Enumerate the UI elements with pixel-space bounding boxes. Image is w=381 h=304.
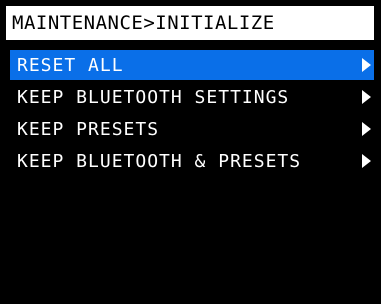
- menu-item-reset-all[interactable]: RESET ALL: [10, 50, 374, 80]
- menu-item-keep-bluetooth-settings[interactable]: KEEP BLUETOOTH SETTINGS: [10, 82, 374, 112]
- menu-item-keep-bluetooth-and-presets[interactable]: KEEP BLUETOOTH & PRESETS: [10, 146, 374, 176]
- menu-item-label: RESET ALL: [17, 54, 124, 76]
- chevron-right-icon: [362, 122, 371, 136]
- breadcrumb-title-bar: MAINTENANCE>INITIALIZE: [6, 6, 374, 40]
- menu-item-label: KEEP BLUETOOTH SETTINGS: [17, 86, 290, 108]
- menu-item-label: KEEP PRESETS: [17, 118, 160, 140]
- initialize-menu: RESET ALL KEEP BLUETOOTH SETTINGS KEEP P…: [10, 50, 374, 178]
- chevron-right-icon: [362, 58, 371, 72]
- chevron-right-icon: [362, 90, 371, 104]
- menu-item-label: KEEP BLUETOOTH & PRESETS: [17, 150, 302, 172]
- device-screen: MAINTENANCE>INITIALIZE RESET ALL KEEP BL…: [0, 0, 381, 304]
- menu-item-keep-presets[interactable]: KEEP PRESETS: [10, 114, 374, 144]
- chevron-right-icon: [362, 154, 371, 168]
- page-title: MAINTENANCE>INITIALIZE: [12, 12, 275, 34]
